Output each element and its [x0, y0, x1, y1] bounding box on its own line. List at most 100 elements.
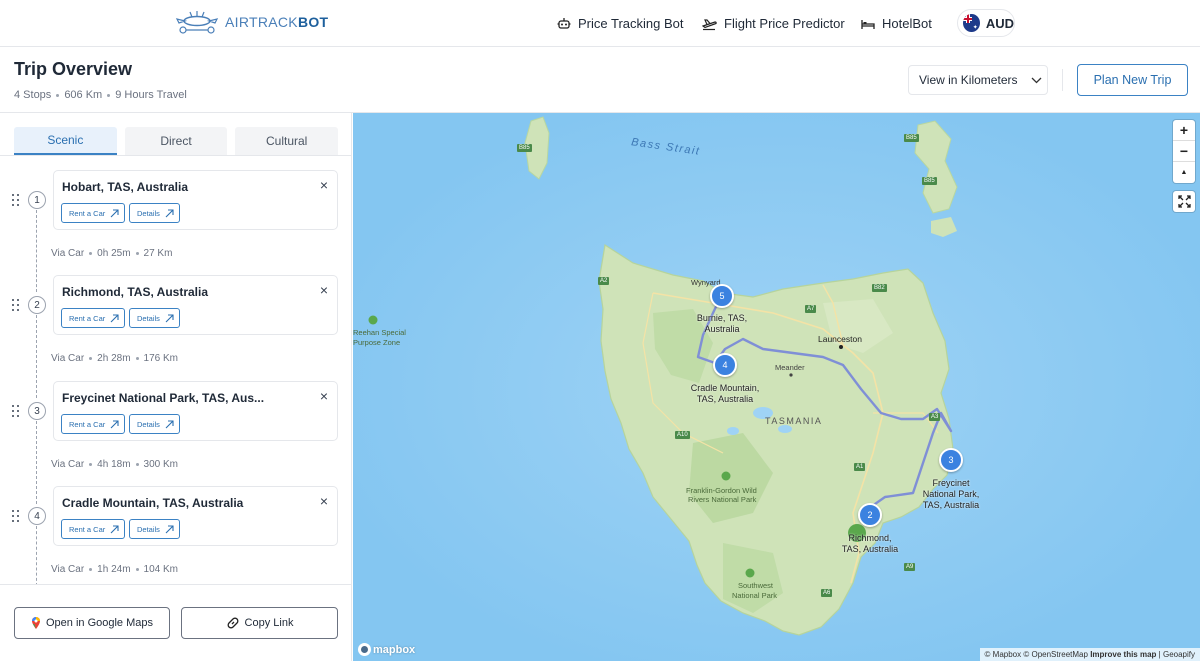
zoom-in-button[interactable]: + — [1173, 120, 1195, 141]
road-shield: A1 — [854, 463, 866, 471]
external-link-icon — [110, 208, 119, 217]
details-button[interactable]: Details — [129, 308, 180, 328]
mapbox-logo[interactable]: mapbox — [358, 643, 415, 656]
currency-selector[interactable]: AUD — [957, 9, 1015, 37]
remove-stop-button[interactable]: × — [320, 282, 328, 298]
copy-link-label: Copy Link — [244, 617, 294, 629]
open-in-google-maps-button[interactable]: Open in Google Maps — [14, 607, 170, 639]
mapbox-wordmark: mapbox — [373, 643, 416, 656]
bed-icon — [861, 19, 875, 29]
copy-link-button[interactable]: Copy Link — [181, 607, 338, 639]
remove-stop-button[interactable]: × — [320, 493, 328, 509]
zoom-out-button[interactable]: − — [1173, 141, 1195, 162]
leg-time: 0h 25m — [97, 248, 131, 259]
stop-name: Hobart, TAS, Australia — [62, 180, 189, 194]
top-navigation-bar: AIRTRACKBOT Price Tracking Bot Flight Pr… — [0, 0, 1200, 47]
place-label: Franklin-Gordon Wild — [686, 486, 757, 495]
itinerary-sidebar: Scenic Direct Cultural 1 Hobart, TAS, Au… — [0, 113, 352, 661]
details-label: Details — [137, 208, 160, 218]
leg-mode: Via Car — [51, 248, 85, 259]
details-button[interactable]: Details — [129, 519, 180, 539]
fullscreen-icon — [1177, 195, 1191, 208]
route-connector — [36, 315, 37, 398]
external-link-icon — [110, 419, 119, 428]
separator-dot — [135, 568, 139, 571]
remove-stop-button[interactable]: × — [320, 177, 328, 193]
leg-mode: Via Car — [51, 564, 85, 575]
page-title: Trip Overview — [14, 59, 133, 79]
tab-cultural[interactable]: Cultural — [235, 127, 339, 155]
external-link-icon — [110, 524, 119, 533]
airplane-logo-icon — [175, 11, 219, 34]
drag-handle-icon[interactable] — [12, 194, 20, 206]
road-shield: B85 — [517, 144, 532, 152]
external-link-icon — [165, 313, 174, 322]
place-label: Meander — [775, 363, 805, 372]
separator-dot — [56, 93, 60, 97]
trip-overview-header: Trip Overview 4 Stops 606 Km 9 Hours Tra… — [0, 47, 1200, 113]
leg-time: 1h 24m — [97, 564, 131, 575]
stop-card: Richmond, TAS, Australia × Rent a Car De… — [53, 275, 338, 335]
stop-name: Cradle Mountain, TAS, Australia — [62, 496, 244, 510]
map-marker-2[interactable]: 2 — [858, 503, 882, 527]
launceston-dot — [839, 345, 843, 349]
leg-distance: 300 Km — [143, 459, 178, 470]
rent-label: Rent a Car — [69, 419, 106, 429]
rent-a-car-button[interactable]: Rent a Car — [61, 519, 126, 539]
rent-label: Rent a Car — [69, 313, 106, 323]
road-shield: A2 — [598, 277, 610, 285]
attribution-geoapify[interactable]: | Geoapify — [1159, 650, 1195, 659]
marker-label-line: Burnie, TAS, — [696, 313, 748, 323]
map-marker-4[interactable]: 4 — [713, 353, 737, 377]
tab-scenic[interactable]: Scenic — [14, 127, 117, 155]
plan-new-trip-button[interactable]: Plan New Trip — [1077, 64, 1188, 96]
details-button[interactable]: Details — [129, 203, 180, 223]
distance-unit-dropdown[interactable]: View in Kilometers — [908, 65, 1048, 95]
nav-flight-price-predictor[interactable]: Flight Price Predictor — [702, 0, 845, 47]
compass-button[interactable]: ▲ — [1173, 162, 1195, 183]
nav-hotelbot[interactable]: HotelBot — [861, 0, 932, 47]
leg-info: Via Car 0h 25m 27 Km — [51, 248, 172, 259]
marker-label: Burnie, TAS, Australia — [683, 313, 761, 335]
route-map[interactable]: Bass Strait TASMANIA Wynyard Launceston … — [353, 113, 1200, 661]
map-marker-5[interactable]: 5 — [710, 284, 734, 308]
remove-stop-button[interactable]: × — [320, 388, 328, 404]
route-connector — [36, 421, 37, 504]
external-link-icon — [165, 208, 174, 217]
route-style-tabs: Scenic Direct Cultural — [14, 127, 339, 155]
sidebar-footer: Open in Google Maps Copy Link — [0, 584, 351, 661]
place-label: Reehan Special — [353, 328, 406, 337]
leg-mode: Via Car — [51, 459, 85, 470]
details-button[interactable]: Details — [129, 414, 180, 434]
improve-map-link[interactable]: Improve this map — [1090, 650, 1156, 659]
fullscreen-button[interactable] — [1173, 191, 1195, 212]
logo-text: AIRTRACKBOT — [225, 14, 329, 30]
divider — [1062, 69, 1063, 91]
place-label: Launceston — [818, 334, 862, 344]
leg-time: 4h 18m — [97, 459, 131, 470]
stop-number: 4 — [28, 507, 46, 525]
nav-label: Price Tracking Bot — [578, 16, 684, 31]
region-label: TASMANIA — [765, 416, 823, 426]
marker-label-line: TAS, Australia — [696, 394, 754, 404]
tab-direct[interactable]: Direct — [124, 127, 228, 155]
nav-price-tracking-bot[interactable]: Price Tracking Bot — [557, 0, 684, 47]
map-attribution: © Mapbox © OpenStreetMap Improve this ma… — [979, 648, 1200, 661]
drag-handle-icon[interactable] — [12, 510, 20, 522]
trip-summary: 4 Stops 606 Km 9 Hours Travel — [14, 89, 187, 101]
tabs-divider — [0, 155, 351, 156]
marker-number: 5 — [719, 291, 725, 301]
rent-a-car-button[interactable]: Rent a Car — [61, 203, 126, 223]
map-canvas — [353, 113, 1200, 661]
airtrackbot-logo[interactable]: AIRTRACKBOT — [175, 9, 328, 35]
rent-a-car-button[interactable]: Rent a Car — [61, 308, 126, 328]
total-distance: 606 Km — [64, 89, 103, 101]
attribution-copyright[interactable]: © Mapbox © OpenStreetMap — [985, 650, 1088, 659]
drag-handle-icon[interactable] — [12, 405, 20, 417]
map-marker-3[interactable]: 3 — [939, 448, 963, 472]
drag-handle-icon[interactable] — [12, 299, 20, 311]
separator-dot — [135, 463, 139, 466]
rent-a-car-button[interactable]: Rent a Car — [61, 414, 126, 434]
nav-label: Flight Price Predictor — [724, 16, 845, 31]
leg-info: Via Car 2h 28m 176 Km — [51, 353, 178, 364]
